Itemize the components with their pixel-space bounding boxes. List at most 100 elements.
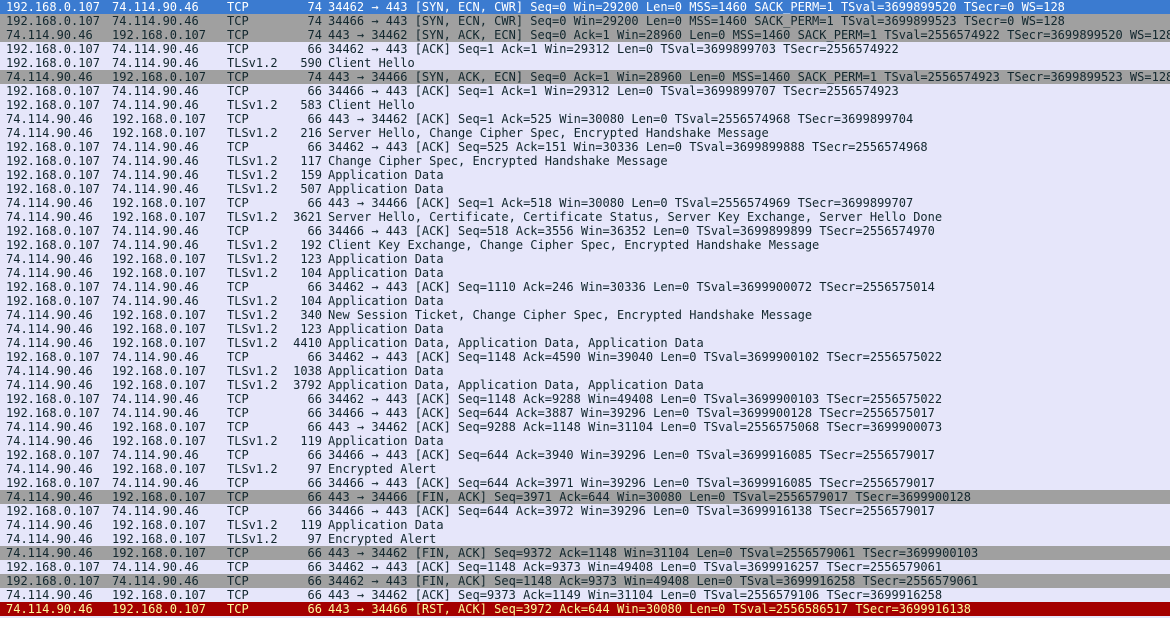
packet-row[interactable]: 192.168.0.107 74.114.90.46 TCP 66 34462 → 44… xyxy=(0,42,1170,56)
packet-protocol: TLSv1.2 xyxy=(227,56,278,70)
packet-info: 443 → 34466 [RST, ACK] Seq=3972 Ack=644 … xyxy=(328,602,971,616)
packet-destination: 192.168.0.107 xyxy=(112,70,206,84)
packet-row[interactable]: 74.114.90.46 192.168.0.107 TCP 66 443 → 3446… xyxy=(0,490,1170,504)
packet-source: 192.168.0.107 xyxy=(6,392,100,406)
packet-protocol: TLSv1.2 xyxy=(227,168,278,182)
packet-row[interactable]: 74.114.90.46 192.168.0.107 TLSv1.2 216 Serve… xyxy=(0,126,1170,140)
packet-row[interactable]: 74.114.90.46 192.168.0.107 TLSv1.2 123 Appli… xyxy=(0,252,1170,266)
packet-row[interactable]: 74.114.90.46 192.168.0.107 TLSv1.2 119 Appli… xyxy=(0,434,1170,448)
packet-row[interactable]: 192.168.0.107 74.114.90.46 TCP 74 34462 → 44… xyxy=(0,0,1170,14)
packet-source: 192.168.0.107 xyxy=(6,476,100,490)
packet-row[interactable]: 192.168.0.107 74.114.90.46 TLSv1.2 590 Clien… xyxy=(0,56,1170,70)
packet-row[interactable]: 192.168.0.107 74.114.90.46 TLSv1.2 192 Clien… xyxy=(0,238,1170,252)
packet-length: 583 xyxy=(300,98,322,112)
packet-row[interactable]: 74.114.90.46 192.168.0.107 TCP 66 443 → 3446… xyxy=(0,420,1170,434)
packet-list: 192.168.0.107 74.114.90.46 TCP 74 34462 → 44… xyxy=(0,0,1170,616)
packet-length: 117 xyxy=(300,154,322,168)
packet-source: 192.168.0.107 xyxy=(6,56,100,70)
packet-row[interactable]: 192.168.0.107 74.114.90.46 TCP 66 34462 → 44… xyxy=(0,280,1170,294)
packet-destination: 192.168.0.107 xyxy=(112,112,206,126)
packet-length: 66 xyxy=(307,42,322,56)
packet-protocol: TCP xyxy=(227,28,249,42)
packet-length: 66 xyxy=(307,476,322,490)
packet-row[interactable]: 74.114.90.46 192.168.0.107 TCP 74 443 → 3446… xyxy=(0,28,1170,42)
packet-length: 66 xyxy=(307,560,322,574)
packet-row[interactable]: 192.168.0.107 74.114.90.46 TCP 66 34466 → 44… xyxy=(0,504,1170,518)
packet-protocol: TCP xyxy=(227,140,249,154)
packet-protocol: TLSv1.2 xyxy=(227,336,278,350)
packet-row[interactable]: 192.168.0.107 74.114.90.46 TLSv1.2 583 Clien… xyxy=(0,98,1170,112)
packet-row[interactable]: 74.114.90.46 192.168.0.107 TCP 66 443 → 3446… xyxy=(0,112,1170,126)
packet-protocol: TCP xyxy=(227,0,249,14)
packet-protocol: TCP xyxy=(227,560,249,574)
packet-row[interactable]: 74.114.90.46 192.168.0.107 TCP 66 443 → 3446… xyxy=(0,196,1170,210)
packet-row[interactable]: 192.168.0.107 74.114.90.46 TCP 66 34466 → 44… xyxy=(0,406,1170,420)
packet-info: 443 → 34466 [ACK] Seq=1 Ack=518 Win=3008… xyxy=(328,196,914,210)
packet-row[interactable]: 74.114.90.46 192.168.0.107 TLSv1.2 104 Appli… xyxy=(0,266,1170,280)
packet-info: Application Data xyxy=(328,182,444,196)
packet-row[interactable]: 192.168.0.107 74.114.90.46 TCP 66 34462 → 44… xyxy=(0,560,1170,574)
packet-row[interactable]: 192.168.0.107 74.114.90.46 TCP 66 34466 → 44… xyxy=(0,224,1170,238)
packet-protocol: TCP xyxy=(227,70,249,84)
packet-protocol: TLSv1.2 xyxy=(227,98,278,112)
packet-source: 74.114.90.46 xyxy=(6,28,93,42)
packet-row[interactable]: 74.114.90.46 192.168.0.107 TLSv1.2 97 Encryp… xyxy=(0,532,1170,546)
packet-source: 74.114.90.46 xyxy=(6,378,93,392)
packet-row[interactable]: 74.114.90.46 192.168.0.107 TLSv1.2 4410 Appl… xyxy=(0,336,1170,350)
packet-length: 66 xyxy=(307,490,322,504)
packet-destination: 192.168.0.107 xyxy=(112,266,206,280)
packet-source: 74.114.90.46 xyxy=(6,490,93,504)
packet-protocol: TCP xyxy=(227,490,249,504)
packet-protocol: TLSv1.2 xyxy=(227,238,278,252)
packet-row[interactable]: 74.114.90.46 192.168.0.107 TLSv1.2 3621 Serv… xyxy=(0,210,1170,224)
packet-source: 74.114.90.46 xyxy=(6,210,93,224)
packet-row[interactable]: 192.168.0.107 74.114.90.46 TCP 66 34462 → 44… xyxy=(0,140,1170,154)
packet-info: New Session Ticket, Change Cipher Spec, … xyxy=(328,308,813,322)
packet-protocol: TLSv1.2 xyxy=(227,462,278,476)
packet-info: 34462 → 443 [ACK] Seq=1148 Ack=9373 Win=… xyxy=(328,560,943,574)
packet-length: 66 xyxy=(307,504,322,518)
packet-row[interactable]: 192.168.0.107 74.114.90.46 TLSv1.2 159 Appli… xyxy=(0,168,1170,182)
packet-protocol: TCP xyxy=(227,84,249,98)
packet-info: Application Data xyxy=(328,364,444,378)
packet-info: 443 → 34462 [ACK] Seq=9373 Ack=1149 Win=… xyxy=(328,588,943,602)
packet-row[interactable]: 192.168.0.107 74.114.90.46 TCP 66 34466 → 44… xyxy=(0,448,1170,462)
packet-info: Application Data xyxy=(328,252,444,266)
packet-protocol: TCP xyxy=(227,574,249,588)
packet-row[interactable]: 192.168.0.107 74.114.90.46 TLSv1.2 104 Appli… xyxy=(0,294,1170,308)
packet-destination: 74.114.90.46 xyxy=(112,560,199,574)
packet-row[interactable]: 74.114.90.46 192.168.0.107 TLSv1.2 119 Appli… xyxy=(0,518,1170,532)
packet-row[interactable]: 192.168.0.107 74.114.90.46 TCP 66 34466 → 44… xyxy=(0,84,1170,98)
packet-destination: 192.168.0.107 xyxy=(112,546,206,560)
packet-row[interactable]: 192.168.0.107 74.114.90.46 TLSv1.2 507 Appli… xyxy=(0,182,1170,196)
packet-protocol: TLSv1.2 xyxy=(227,252,278,266)
packet-row[interactable]: 192.168.0.107 74.114.90.46 TCP 66 34466 → 44… xyxy=(0,476,1170,490)
packet-row[interactable]: 74.114.90.46 192.168.0.107 TLSv1.2 3792 Appl… xyxy=(0,378,1170,392)
packet-row[interactable]: 74.114.90.46 192.168.0.107 TLSv1.2 123 Appli… xyxy=(0,322,1170,336)
packet-protocol: TCP xyxy=(227,392,249,406)
packet-protocol: TLSv1.2 xyxy=(227,266,278,280)
packet-destination: 74.114.90.46 xyxy=(112,14,199,28)
packet-destination: 192.168.0.107 xyxy=(112,532,206,546)
packet-destination: 192.168.0.107 xyxy=(112,588,206,602)
packet-info: 443 → 34466 [SYN, ACK, ECN] Seq=0 Ack=1 … xyxy=(328,70,1170,84)
packet-row[interactable]: 192.168.0.107 74.114.90.46 TCP 66 34462 → 44… xyxy=(0,392,1170,406)
packet-row[interactable]: 74.114.90.46 192.168.0.107 TCP 74 443 → 3446… xyxy=(0,70,1170,84)
packet-length: 74 xyxy=(307,28,322,42)
packet-info: Application Data xyxy=(328,168,444,182)
packet-row[interactable]: 192.168.0.107 74.114.90.46 TCP 74 34466 → 44… xyxy=(0,14,1170,28)
packet-protocol: TLSv1.2 xyxy=(227,518,278,532)
packet-info: Encrypted Alert xyxy=(328,532,437,546)
packet-row[interactable]: 74.114.90.46 192.168.0.107 TLSv1.2 340 New S… xyxy=(0,308,1170,322)
packet-row[interactable]: 74.114.90.46 192.168.0.107 TCP 66 443 → 3446… xyxy=(0,588,1170,602)
packet-row[interactable]: 74.114.90.46 192.168.0.107 TCP 66 443 → 3446… xyxy=(0,546,1170,560)
packet-row[interactable]: 192.168.0.107 74.114.90.46 TLSv1.2 117 Chang… xyxy=(0,154,1170,168)
packet-row[interactable]: 74.114.90.46 192.168.0.107 TLSv1.2 1038 Appl… xyxy=(0,364,1170,378)
packet-row[interactable]: 192.168.0.107 74.114.90.46 TCP 66 34462 → 44… xyxy=(0,574,1170,588)
packet-row[interactable]: 74.114.90.46 192.168.0.107 TCP 66 443 → 3446… xyxy=(0,602,1170,616)
packet-length: 104 xyxy=(300,266,322,280)
packet-row[interactable]: 74.114.90.46 192.168.0.107 TLSv1.2 97 Encryp… xyxy=(0,462,1170,476)
packet-destination: 192.168.0.107 xyxy=(112,518,206,532)
packet-row[interactable]: 192.168.0.107 74.114.90.46 TCP 66 34462 → 44… xyxy=(0,350,1170,364)
packet-source: 192.168.0.107 xyxy=(6,238,100,252)
